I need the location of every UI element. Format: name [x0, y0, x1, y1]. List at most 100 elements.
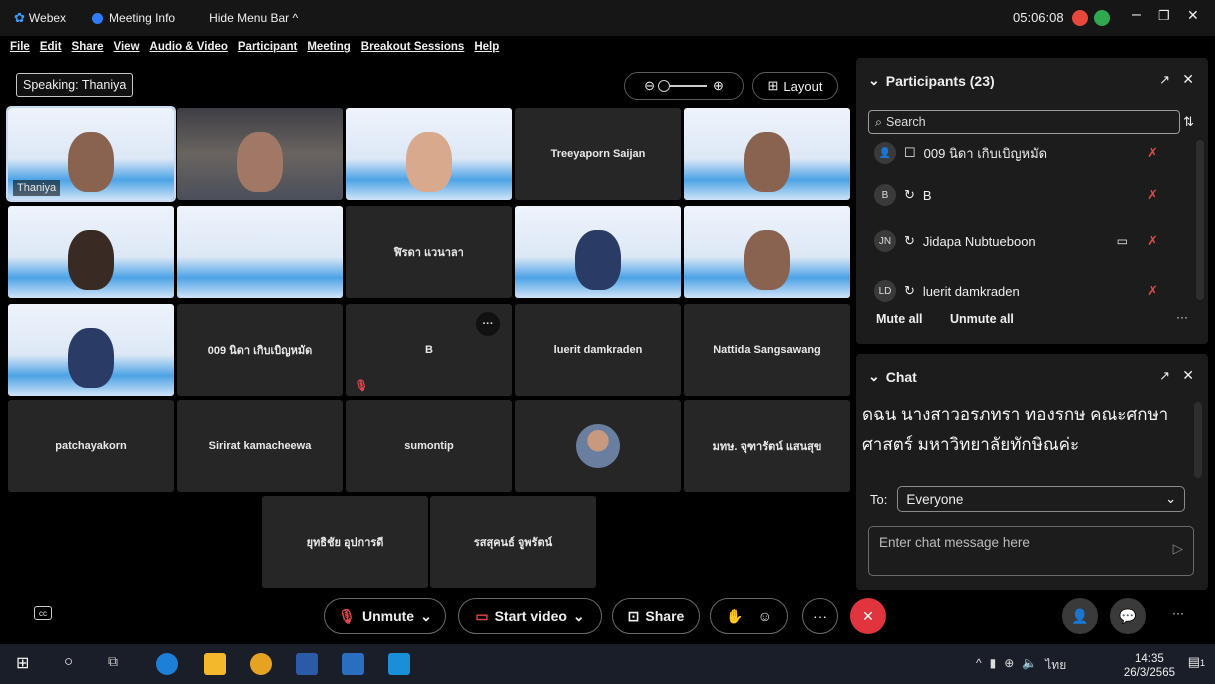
video-camera-icon[interactable]: ▭ — [1117, 234, 1128, 248]
windows-start-icon[interactable]: ⊞ — [16, 653, 38, 675]
video-tile[interactable] — [346, 108, 512, 200]
video-tile[interactable] — [177, 206, 343, 298]
zoom-track[interactable] — [658, 80, 707, 92]
chevron-down-icon[interactable]: ⌄ — [573, 608, 585, 625]
video-tile[interactable]: B ··· 🎙 — [346, 304, 512, 396]
menu-help[interactable]: Help — [474, 41, 499, 53]
video-tile[interactable] — [684, 108, 850, 200]
sort-icon[interactable]: ⇅ — [1183, 114, 1194, 130]
webex-app[interactable]: ✿ Webex — [14, 10, 66, 26]
zoom-in-icon[interactable]: ⊕ — [713, 78, 724, 94]
muted-mic-icon[interactable]: ✗ — [1147, 187, 1158, 203]
menu-breakout[interactable]: Breakout Sessions — [361, 41, 465, 53]
participant-row[interactable]: LD ↻ luerit damkraden ✗ — [874, 278, 1174, 304]
participant-search-input[interactable]: ⌕ Search — [868, 110, 1180, 134]
muted-mic-icon[interactable]: ✗ — [1147, 145, 1158, 161]
chat-header[interactable]: ⌄ Chat — [868, 368, 917, 385]
participants-scrollbar[interactable] — [1196, 140, 1204, 300]
video-tile[interactable]: ยุทธิชัย อุปการดี — [262, 496, 428, 588]
mute-all-button[interactable]: Mute all — [876, 312, 923, 326]
notification-icon[interactable]: ▤1 — [1188, 654, 1205, 670]
video-tile[interactable]: Sirirat kamacheewa — [177, 400, 343, 492]
edge-icon[interactable] — [156, 653, 178, 675]
video-tile[interactable]: รสสุคนธ์ จูพรัตน์ — [430, 496, 596, 588]
video-tile[interactable] — [177, 108, 343, 200]
minimize-icon[interactable]: – — [1132, 6, 1141, 24]
video-tile[interactable]: patchayakorn — [8, 400, 174, 492]
reaction-icon[interactable]: ☺ — [758, 608, 772, 624]
send-icon[interactable]: ▷ — [1173, 541, 1183, 557]
chat-scrollbar[interactable] — [1194, 402, 1202, 478]
recording-icon[interactable] — [1072, 10, 1088, 26]
battery-icon[interactable]: ▮ — [990, 656, 997, 675]
word-icon[interactable] — [296, 653, 318, 675]
language-indicator[interactable]: ไทย — [1045, 656, 1066, 675]
video-tile[interactable] — [8, 206, 174, 298]
meeting-info-button[interactable]: Meeting Info — [92, 11, 175, 25]
unmute-all-button[interactable]: Unmute all — [950, 312, 1014, 326]
video-tile[interactable]: luerit damkraden — [515, 304, 681, 396]
menu-file[interactable]: File — [10, 41, 30, 53]
video-tile[interactable]: Thaniya — [6, 106, 176, 202]
menu-view[interactable]: View — [114, 41, 140, 53]
chevron-down-icon[interactable]: ⌄ — [420, 608, 432, 625]
share-button[interactable]: ⊡ Share — [612, 598, 700, 634]
popout-icon[interactable]: ↗ — [1159, 72, 1170, 88]
layout-button[interactable]: ⊞ Layout — [752, 72, 838, 100]
video-tile[interactable]: Nattida Sangsawang — [684, 304, 850, 396]
start-video-button[interactable]: ▭ Start video ⌄ — [458, 598, 602, 634]
popout-icon[interactable]: ↗ — [1159, 368, 1170, 384]
recipient-select[interactable]: Everyone ⌄ — [897, 486, 1186, 512]
menu-edit[interactable]: Edit — [40, 41, 62, 53]
restore-icon[interactable]: ❐ — [1158, 8, 1170, 24]
video-tile[interactable]: Treeyaporn Saijan — [515, 108, 681, 200]
media-player-icon[interactable] — [388, 653, 410, 675]
more-icon[interactable]: ··· — [1176, 310, 1188, 324]
menu-audio-video[interactable]: Audio & Video — [150, 41, 228, 53]
chat-input[interactable]: Enter chat message here ▷ — [868, 526, 1194, 576]
close-panel-icon[interactable]: ✕ — [1182, 367, 1194, 384]
participants-header[interactable]: ⌄ Participants (23) — [868, 72, 995, 89]
leave-meeting-button[interactable]: ✕ — [850, 598, 886, 634]
hide-menu-bar-button[interactable]: Hide Menu Bar ^ — [209, 11, 298, 25]
network-health-icon[interactable] — [1094, 10, 1110, 26]
participants-toggle-icon[interactable]: 👤 — [1062, 598, 1098, 634]
muted-mic-icon[interactable]: ✗ — [1147, 233, 1158, 249]
video-tile[interactable] — [515, 400, 681, 492]
chevron-up-icon[interactable]: ^ — [976, 656, 982, 675]
webex-taskbar-icon[interactable] — [342, 653, 364, 675]
zoom-out-icon[interactable]: ⊖ — [644, 78, 655, 94]
close-panel-icon[interactable]: ✕ — [1182, 71, 1194, 88]
network-icon[interactable]: ⊕ — [1004, 656, 1014, 675]
video-tile[interactable]: 009 นิดา เกิบเบิญหมัด — [177, 304, 343, 396]
participant-row[interactable]: B ↻ B ✗ — [874, 182, 1174, 208]
muted-mic-icon[interactable]: ✗ — [1147, 283, 1158, 299]
participant-row[interactable]: 👤 ☐ 009 นิดา เกิบเบิญหมัด ✗ — [874, 140, 1174, 166]
menu-participant[interactable]: Participant — [238, 41, 297, 53]
chrome-icon[interactable] — [250, 653, 272, 675]
file-explorer-icon[interactable] — [204, 653, 226, 675]
video-tile[interactable]: sumontip — [346, 400, 512, 492]
chevron-down-icon[interactable]: ⌄ — [868, 368, 880, 385]
unmute-button[interactable]: 🎙 Unmute ⌄ — [324, 598, 446, 634]
more-options-button[interactable]: ··· — [802, 598, 838, 634]
video-tile[interactable]: มทษ. จุฑารัตน์ แสนสุข — [684, 400, 850, 492]
video-tile[interactable] — [515, 206, 681, 298]
volume-icon[interactable]: 🔈 — [1022, 656, 1037, 675]
more-options-icon[interactable]: ··· — [476, 312, 500, 336]
clock[interactable]: 14:35 26/3/2565 — [1124, 652, 1175, 680]
chevron-down-icon[interactable]: ⌄ — [868, 72, 880, 89]
raise-hand-icon[interactable]: ✋ — [726, 608, 743, 625]
chat-toggle-icon[interactable]: 💬 — [1110, 598, 1146, 634]
video-tile[interactable] — [8, 304, 174, 396]
task-view-icon[interactable]: ⧉ — [108, 653, 130, 675]
video-tile[interactable]: ฬิรดา แวนาลา — [346, 206, 512, 298]
menu-share[interactable]: Share — [72, 41, 104, 53]
menu-meeting[interactable]: Meeting — [307, 41, 350, 53]
close-icon[interactable]: ✕ — [1187, 7, 1199, 24]
captions-icon[interactable]: cc — [34, 606, 52, 620]
zoom-slider[interactable]: ⊖ ⊕ — [624, 72, 744, 100]
more-icon[interactable]: ··· — [1172, 606, 1184, 620]
participant-row[interactable]: JN ↻ Jidapa Nubtueboon ▭ ✗ — [874, 228, 1174, 254]
video-tile[interactable] — [684, 206, 850, 298]
